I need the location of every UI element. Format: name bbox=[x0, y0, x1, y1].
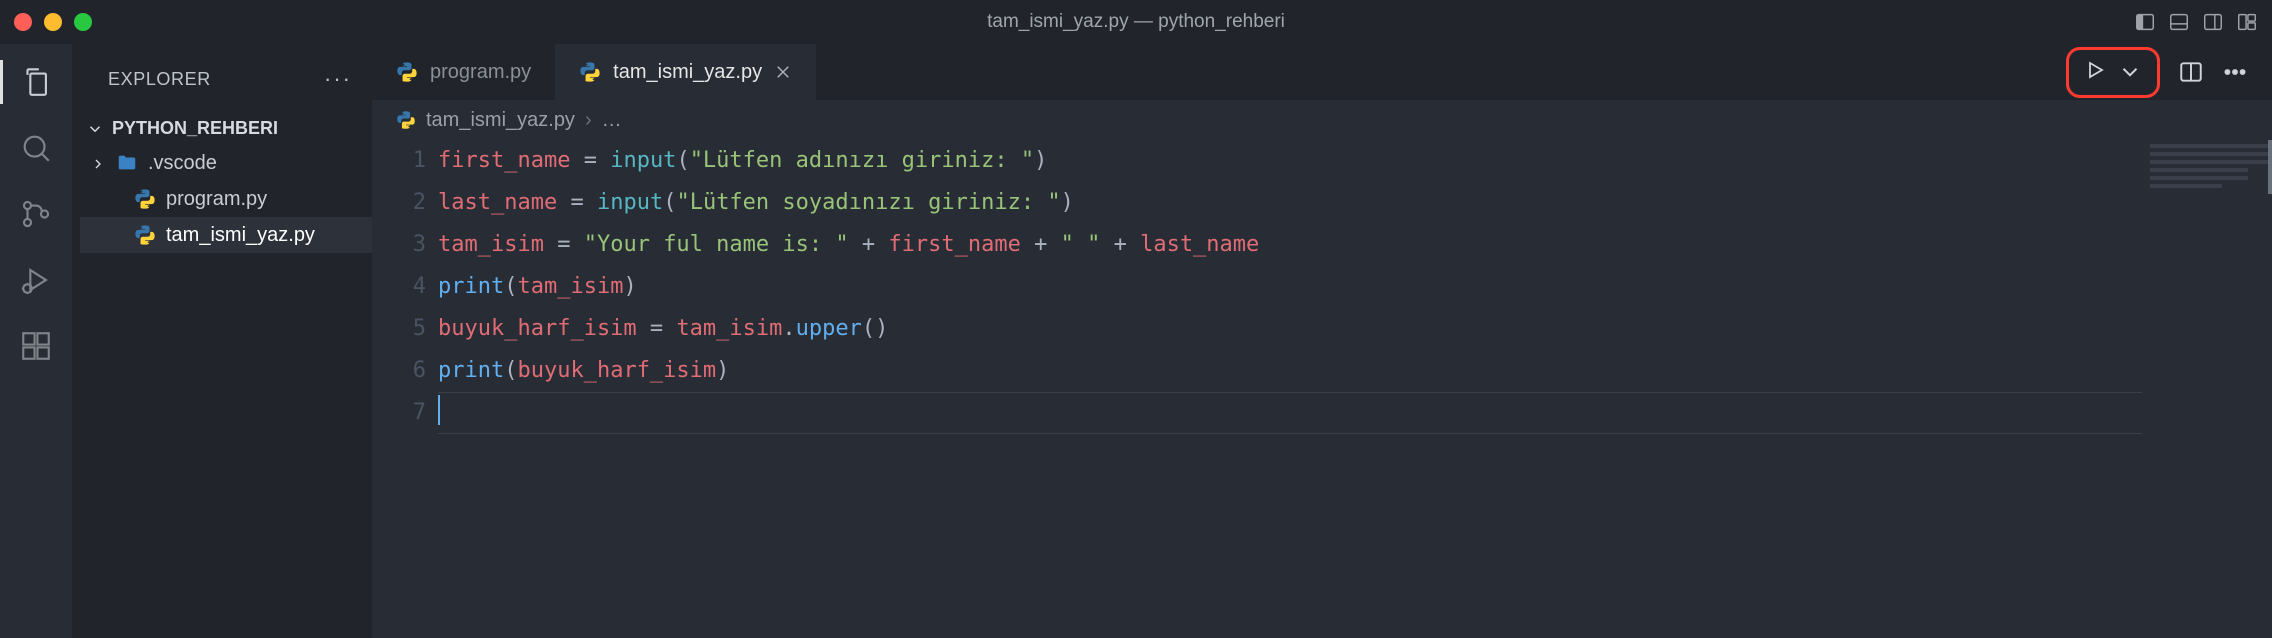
file-tree: .vscode program.py tam_ismi_yaz.py bbox=[72, 145, 372, 253]
sidebar-folder-header[interactable]: PYTHON_REHBERI bbox=[72, 114, 372, 145]
breadcrumb-more: … bbox=[602, 109, 622, 132]
tree-folder-vscode[interactable]: .vscode bbox=[80, 145, 372, 181]
editor-area: program.py tam_ismi_yaz.py bbox=[372, 44, 2272, 638]
window-maximize-button[interactable] bbox=[74, 13, 92, 31]
layout-customize-icon[interactable] bbox=[2236, 11, 2258, 33]
line-number: 6 bbox=[372, 350, 426, 392]
more-actions-icon[interactable] bbox=[2222, 59, 2248, 85]
play-icon bbox=[2083, 58, 2107, 87]
python-file-icon bbox=[134, 224, 156, 246]
editor-tabbar: program.py tam_ismi_yaz.py bbox=[372, 44, 2272, 100]
minimap[interactable] bbox=[2142, 140, 2272, 638]
titlebar-layout-controls bbox=[2134, 11, 2258, 33]
tab-tam-ismi-yaz-py[interactable]: tam_ismi_yaz.py bbox=[555, 44, 816, 100]
code-content[interactable]: first_name = input("Lütfen adınızı girin… bbox=[438, 140, 2272, 638]
chevron-down-icon[interactable] bbox=[2117, 59, 2143, 85]
python-file-icon bbox=[396, 61, 418, 83]
split-editor-icon[interactable] bbox=[2178, 59, 2204, 85]
tree-item-label: tam_ismi_yaz.py bbox=[166, 224, 315, 247]
tree-item-label: .vscode bbox=[148, 152, 217, 175]
line-number: 3 bbox=[372, 224, 426, 266]
line-number: 7 bbox=[372, 392, 426, 434]
activity-source-control[interactable] bbox=[16, 194, 56, 234]
titlebar: tam_ismi_yaz.py — python_rehberi bbox=[0, 0, 2272, 44]
sidebar-more-icon[interactable]: ··· bbox=[324, 66, 352, 92]
line-number: 5 bbox=[372, 308, 426, 350]
breadcrumb-file: tam_ismi_yaz.py bbox=[426, 109, 575, 132]
line-number-gutter: 1234567 bbox=[372, 140, 438, 638]
python-file-icon bbox=[579, 61, 601, 83]
sidebar-folder-name: PYTHON_REHBERI bbox=[112, 118, 278, 139]
code-line[interactable]: first_name = input("Lütfen adınızı girin… bbox=[438, 140, 2272, 182]
editor-actions bbox=[2066, 44, 2272, 100]
folder-icon bbox=[116, 152, 138, 174]
window-close-button[interactable] bbox=[14, 13, 32, 31]
layout-left-icon[interactable] bbox=[2134, 11, 2156, 33]
python-file-icon bbox=[396, 110, 416, 130]
sidebar-title: EXPLORER bbox=[108, 69, 211, 90]
chevron-down-icon bbox=[86, 120, 104, 138]
python-file-icon bbox=[134, 188, 156, 210]
activity-search[interactable] bbox=[16, 128, 56, 168]
code-editor[interactable]: 1234567 first_name = input("Lütfen adını… bbox=[372, 140, 2272, 638]
close-icon[interactable] bbox=[774, 63, 792, 81]
activity-bar bbox=[0, 44, 72, 638]
line-number: 4 bbox=[372, 266, 426, 308]
activity-extensions[interactable] bbox=[16, 326, 56, 366]
line-number: 1 bbox=[372, 140, 426, 182]
sidebar-explorer: EXPLORER ··· PYTHON_REHBERI .vscode prog… bbox=[72, 44, 372, 638]
tab-label: tam_ismi_yaz.py bbox=[613, 61, 762, 84]
chevron-right-icon bbox=[90, 155, 106, 171]
breadcrumbs[interactable]: tam_ismi_yaz.py › … bbox=[372, 100, 2272, 140]
window-title: tam_ismi_yaz.py — python_rehberi bbox=[987, 11, 1285, 33]
tree-item-label: program.py bbox=[166, 188, 267, 211]
layout-bottom-icon[interactable] bbox=[2168, 11, 2190, 33]
tab-label: program.py bbox=[430, 61, 531, 84]
line-number: 2 bbox=[372, 182, 426, 224]
window-controls bbox=[14, 13, 92, 31]
code-line[interactable]: tam_isim = "Your ful name is: " + first_… bbox=[438, 224, 2272, 266]
current-line-highlight bbox=[438, 392, 2260, 434]
tree-file-tam-ismi-yaz[interactable]: tam_ismi_yaz.py bbox=[80, 217, 372, 253]
code-line[interactable]: buyuk_harf_isim = tam_isim.upper() bbox=[438, 308, 2272, 350]
tab-program-py[interactable]: program.py bbox=[372, 44, 555, 100]
layout-right-icon[interactable] bbox=[2202, 11, 2224, 33]
scroll-indicator bbox=[2268, 140, 2272, 194]
tree-file-program[interactable]: program.py bbox=[80, 181, 372, 217]
breadcrumb-separator: › bbox=[585, 109, 592, 132]
code-line[interactable]: print(buyuk_harf_isim) bbox=[438, 350, 2272, 392]
activity-run-debug[interactable] bbox=[16, 260, 56, 300]
activity-explorer[interactable] bbox=[16, 62, 56, 102]
sidebar-header: EXPLORER ··· bbox=[72, 44, 372, 114]
code-line[interactable]: last_name = input("Lütfen soyadınızı gir… bbox=[438, 182, 2272, 224]
run-button[interactable] bbox=[2066, 47, 2160, 98]
code-line[interactable]: print(tam_isim) bbox=[438, 266, 2272, 308]
window-minimize-button[interactable] bbox=[44, 13, 62, 31]
